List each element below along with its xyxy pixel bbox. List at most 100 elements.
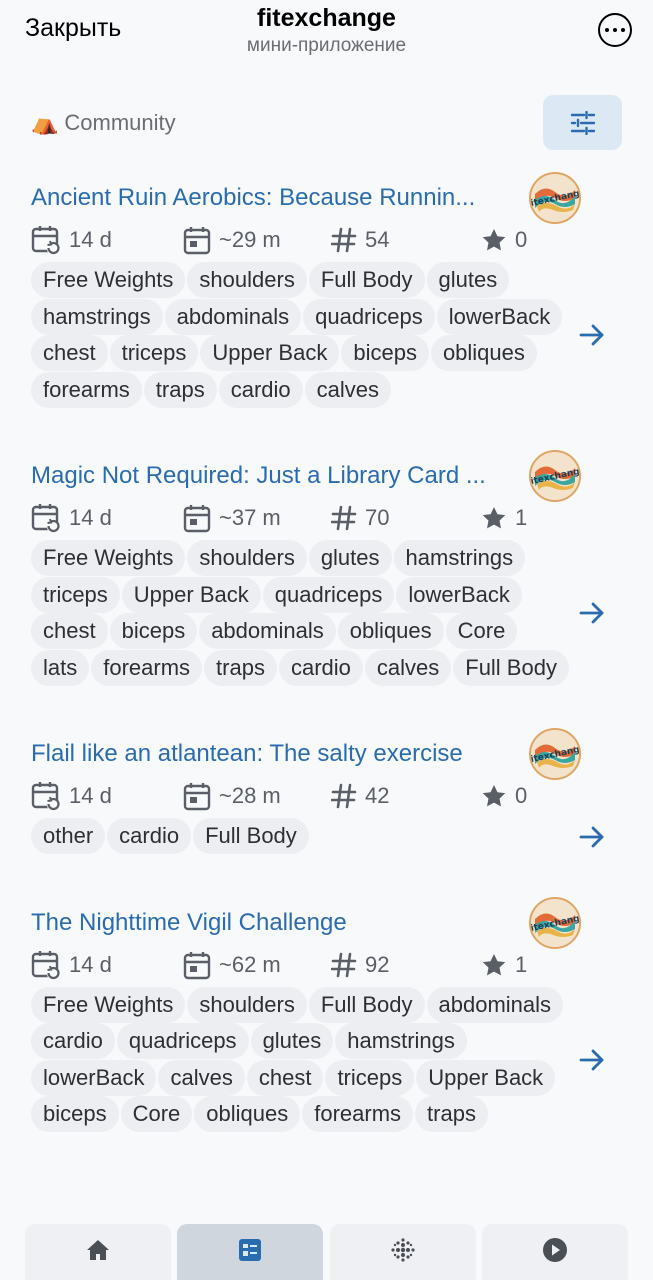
nav-tab-dashboard[interactable] [177,1224,324,1280]
muscle-tag: Core [120,1096,193,1132]
muscle-tag: abdominals [164,298,302,335]
muscle-tag: cardio [31,1023,115,1059]
stat-exercises-value: 54 [365,227,390,252]
muscle-tag: obliques [337,613,444,649]
muscle-tag: obliques [194,1096,301,1132]
muscle-tag: calves [364,649,452,686]
muscle-tag: chest [31,613,108,649]
muscle-tag: cardio [278,649,363,686]
muscle-tag: traps [204,649,277,686]
card-list: Ancient Ruin Aerobics: Because Runnin...… [0,172,653,1133]
community-label: ⛺ Community [31,110,176,136]
muscle-tag: glutes [308,540,392,576]
muscle-tag: Full Body [453,649,569,686]
muscle-tag: biceps [31,1096,119,1132]
stat-age: 14 d [31,224,183,256]
app-subtitle: мини-приложение [246,35,407,56]
workout-title[interactable]: Flail like an atlantean: The salty exerc… [31,738,526,770]
muscle-tag: Full Body [193,818,309,854]
stat-exercises: 70 [331,505,481,531]
home-icon [86,1239,110,1266]
calendar-icon [183,950,211,980]
fitexchange-logo: Fitexchange [529,728,581,780]
stat-age-value: 14 d [69,783,112,808]
star-icon [481,953,507,977]
stat-exercises-value: 92 [365,951,390,977]
muscle-tag: quadriceps [303,298,435,335]
nav-tab-dots-grid[interactable] [329,1224,476,1280]
stat-exercises: 92 [331,952,481,978]
muscle-tag: traps [143,371,217,408]
hash-icon [331,952,357,978]
workout-card[interactable]: Magic Not Required: Just a Library Card … [0,450,653,686]
app-title: fitexchange [257,4,396,32]
workout-title[interactable]: The Nighttime Vigil Challenge [31,907,526,939]
calendar-icon [183,781,211,811]
muscle-tag: shoulders [187,540,307,576]
stat-stars-value: 1 [515,505,528,530]
stat-stars: 1 [481,505,541,531]
more-options-icon[interactable] [598,13,632,47]
muscle-tag: hamstrings [393,540,526,576]
play-circle-icon [542,1237,568,1268]
muscle-tag: cardio [218,371,303,408]
muscle-tag: calves [158,1059,245,1096]
stat-age-value: 14 d [69,505,112,530]
workout-feed[interactable]: ⛺ Community Ancient Ruin Aerobics: Becau… [0,90,653,1188]
muscle-tag: triceps [325,1059,415,1096]
stat-age-value: 14 d [69,951,112,977]
workout-card[interactable]: The Nighttime Vigil Challenge Fitexchange… [0,896,653,1133]
fitexchange-logo: Fitexchange [529,172,581,224]
muscle-tag: glutes [426,262,510,298]
muscle-tag: Full Body [308,262,425,298]
filter-button[interactable] [543,95,622,150]
workout-card[interactable]: Ancient Ruin Aerobics: Because Runnin...… [0,172,653,408]
arrow-right-icon[interactable] [579,324,605,351]
section-title: Community [64,110,176,135]
stat-duration-value: ~29 m [219,227,281,252]
calendar-refresh-icon [31,780,61,812]
calendar-refresh-icon [31,502,61,534]
muscle-tag: traps [415,1096,488,1132]
arrow-right-icon[interactable] [579,826,605,853]
sliders-icon [570,110,595,135]
calendar-icon [183,225,211,255]
stat-exercises-value: 42 [365,783,390,808]
stat-duration: ~62 m [183,950,331,980]
calendar-icon [183,503,211,533]
nav-tab-play-circle[interactable] [481,1224,628,1280]
muscle-tag: abdominals [199,613,336,649]
muscle-tag: Free Weights [31,540,186,576]
muscle-tag: Core [445,613,518,649]
stat-duration: ~29 m [183,225,331,255]
muscle-tag: Upper Back [200,335,340,371]
section-header: ⛺ Community [0,90,653,160]
arrow-right-icon[interactable] [579,1049,605,1076]
muscle-tag: lowerBack [396,576,522,613]
muscle-tag: shoulders [187,986,307,1023]
stat-duration: ~28 m [183,781,331,811]
stat-stars-value: 0 [515,783,528,808]
hash-icon [331,783,357,809]
stat-duration-value: ~62 m [219,951,281,977]
workout-stats: 14 d ~37 m 70 1 [31,498,653,538]
tag-list: Free Weights shoulders Full Body abdominals… [31,986,576,1133]
muscle-tag: Upper Back [416,1059,556,1096]
stat-duration-value: ~28 m [219,783,281,808]
muscle-tag: triceps [31,576,120,613]
muscle-tag: Upper Back [121,576,261,613]
workout-title[interactable]: Magic Not Required: Just a Library Card … [31,460,526,492]
dashboard-icon [238,1238,262,1267]
muscle-tag: chest [246,1059,324,1096]
muscle-tag: biceps [109,613,198,649]
muscle-tag: lowerBack [436,298,563,335]
workout-title[interactable]: Ancient Ruin Aerobics: Because Runnin... [31,182,526,214]
arrow-right-icon[interactable] [579,602,605,629]
workout-card[interactable]: Flail like an atlantean: The salty exerc… [0,728,653,855]
muscle-tag: forearms [302,1096,414,1132]
nav-tab-home[interactable] [25,1224,171,1280]
bottom-nav [0,1224,653,1280]
stat-age: 14 d [31,949,183,981]
stat-age: 14 d [31,502,183,534]
muscle-tag: Free Weights [31,986,186,1023]
